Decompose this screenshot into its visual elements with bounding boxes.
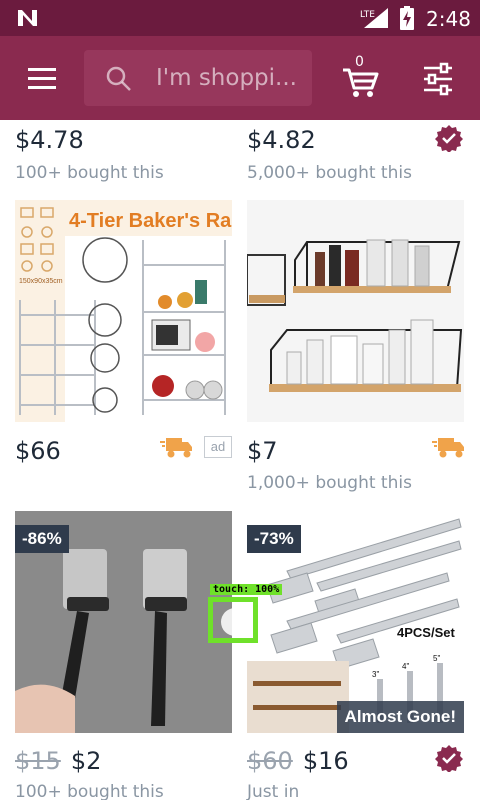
product-price: $7 xyxy=(247,437,278,465)
cart-count-badge: 0 xyxy=(355,54,364,70)
fast-shipping-truck-icon xyxy=(432,438,464,458)
ad-label: ad xyxy=(204,436,232,458)
product-image-shelf-brackets[interactable]: 4PCS/Set 3" 4" 5" -73% Almost Gone! xyxy=(247,511,464,733)
product-price: $15 $2 xyxy=(15,747,101,775)
original-price: $15 xyxy=(15,747,61,775)
discount-badge: -73% xyxy=(247,525,301,553)
wall-shelves-illustration xyxy=(247,200,464,422)
verified-badge-icon xyxy=(435,745,463,772)
battery-charging-icon xyxy=(400,6,414,30)
product-price: $60 $16 xyxy=(247,747,349,775)
status-bar: LTE 2:48 xyxy=(0,0,480,36)
bought-count: 1,000+ bought this xyxy=(247,473,412,493)
product-image-razor-holder[interactable]: -86% xyxy=(15,511,232,733)
fast-shipping-truck-icon xyxy=(160,438,192,458)
product-price: $4.78 xyxy=(15,126,84,154)
verified-badge-icon xyxy=(435,125,463,152)
size-label-5: 5" xyxy=(433,654,440,663)
touch-point xyxy=(221,608,249,636)
sale-price: $16 xyxy=(302,747,349,775)
bought-count: 100+ bought this xyxy=(15,163,164,183)
almost-gone-badge: Almost Gone! xyxy=(336,701,464,733)
bakers-rack-illustration: 4-Tier Baker's Rack 150x90x35cm xyxy=(15,200,232,422)
bought-count: Just in xyxy=(247,782,300,800)
network-type: LTE xyxy=(360,10,375,20)
original-price: $60 xyxy=(247,747,293,775)
discount-badge: -86% xyxy=(15,525,69,553)
signal-icon: LTE xyxy=(360,8,388,28)
product-image-wall-shelves[interactable] xyxy=(247,200,464,422)
size-label-4: 4" xyxy=(402,662,409,671)
image-set-text: 4PCS/Set xyxy=(397,625,455,640)
touch-indicator xyxy=(208,597,258,643)
product-image-bakers-rack[interactable]: 4-Tier Baker's Rack 150x90x35cm xyxy=(15,200,232,422)
search-icon xyxy=(106,66,131,91)
search-input[interactable]: I'm shoppi... xyxy=(84,50,312,106)
touch-indicator-label: touch: 100% xyxy=(210,584,283,595)
bought-count: 100+ bought this xyxy=(15,782,164,800)
menu-icon[interactable] xyxy=(22,58,62,98)
filter-icon[interactable] xyxy=(416,58,460,100)
clock: 2:48 xyxy=(426,7,471,31)
image-size-text: 150x90x35cm xyxy=(19,278,63,285)
product-price: $66 xyxy=(15,437,61,465)
product-price: $4.82 xyxy=(247,126,316,154)
image-title: 4-Tier Baker's Rack xyxy=(69,210,232,232)
size-label-3: 3" xyxy=(372,670,379,679)
top-app-bar: I'm shoppi... 0 xyxy=(0,36,480,120)
search-placeholder: I'm shoppi... xyxy=(156,65,297,91)
sale-price: $2 xyxy=(70,747,102,775)
android-n-icon xyxy=(18,10,37,26)
bought-count: 5,000+ bought this xyxy=(247,163,412,183)
